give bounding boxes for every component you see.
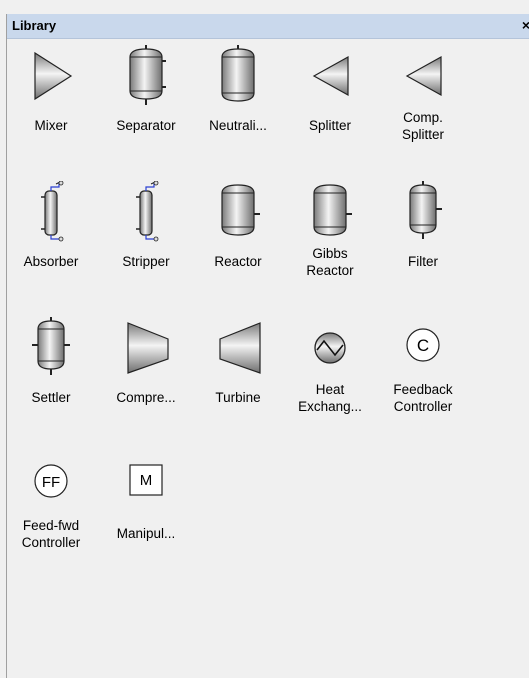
comp-splitter-icon xyxy=(375,43,471,109)
panel-title: Library xyxy=(12,18,57,33)
library-item-heat-exchanger[interactable]: Heat Exchang... xyxy=(282,315,378,445)
library-item-label: Reactor xyxy=(214,254,262,269)
turbine-icon xyxy=(190,315,286,381)
library-item-label: Gibbs Reactor xyxy=(306,246,354,278)
svg-text:M: M xyxy=(140,472,153,489)
splitter-icon xyxy=(282,43,378,109)
library-item-filter[interactable]: Filter xyxy=(375,179,471,309)
feedback-controller-icon: C xyxy=(375,315,471,381)
library-item-separator[interactable]: Separator xyxy=(98,43,194,173)
library-item-label: Settler xyxy=(31,390,71,405)
library-titlebar: Library × xyxy=(7,14,529,39)
compressor-icon xyxy=(98,315,194,381)
library-item-label: Turbine xyxy=(215,390,261,405)
library-panel: Library × Mixer Separator Neutrali... Sp… xyxy=(6,14,529,678)
neutralizer-icon xyxy=(190,43,286,109)
library-item-label: Splitter xyxy=(308,118,352,133)
library-item-feedfwd-controller[interactable]: FF Feed-fwd Controller xyxy=(3,451,99,581)
library-item-label: Heat Exchang... xyxy=(298,382,362,414)
library-item-absorber[interactable]: Absorber xyxy=(3,179,99,309)
heat-exchanger-icon xyxy=(282,315,378,381)
reactor-icon xyxy=(190,179,286,245)
library-item-label: Feed-fwd Controller xyxy=(21,518,81,550)
library-item-label: Manipul... xyxy=(116,526,176,541)
library-item-compressor[interactable]: Compre... xyxy=(98,315,194,445)
svg-text:C: C xyxy=(417,336,429,355)
library-item-label: Separator xyxy=(116,118,176,133)
library-item-reactor[interactable]: Reactor xyxy=(190,179,286,309)
library-grid: Mixer Separator Neutrali... Splitter Com xyxy=(7,39,529,678)
manipulator-icon: M xyxy=(98,451,194,517)
library-item-label: Absorber xyxy=(23,254,79,269)
filter-icon xyxy=(375,179,471,245)
library-item-label: Filter xyxy=(408,254,438,269)
library-item-mixer[interactable]: Mixer xyxy=(3,43,99,173)
library-item-comp-splitter[interactable]: Comp. Splitter xyxy=(375,43,471,173)
library-item-neutralizer[interactable]: Neutrali... xyxy=(190,43,286,173)
settler-icon xyxy=(3,315,99,381)
library-item-settler[interactable]: Settler xyxy=(3,315,99,445)
close-icon[interactable]: × xyxy=(522,17,529,33)
library-item-stripper[interactable]: Stripper xyxy=(98,179,194,309)
library-item-label: Mixer xyxy=(34,118,68,133)
library-item-splitter[interactable]: Splitter xyxy=(282,43,378,173)
svg-text:FF: FF xyxy=(42,474,60,491)
feedfwd-controller-icon: FF xyxy=(3,451,99,517)
mixer-icon xyxy=(3,43,99,109)
library-item-label: Neutrali... xyxy=(209,118,267,133)
library-item-label: Stripper xyxy=(122,254,170,269)
library-item-label: Feedback Controller xyxy=(393,382,453,414)
separator-icon xyxy=(98,43,194,109)
gibbs-reactor-icon xyxy=(282,179,378,245)
stripper-icon xyxy=(98,179,194,245)
library-item-feedback-controller[interactable]: C Feedback Controller xyxy=(375,315,471,445)
library-item-manipulator[interactable]: M Manipul... xyxy=(98,451,194,581)
absorber-icon xyxy=(3,179,99,245)
library-item-turbine[interactable]: Turbine xyxy=(190,315,286,445)
library-item-gibbs-reactor[interactable]: Gibbs Reactor xyxy=(282,179,378,309)
library-item-label: Compre... xyxy=(116,390,176,405)
library-item-label: Comp. Splitter xyxy=(401,110,445,142)
